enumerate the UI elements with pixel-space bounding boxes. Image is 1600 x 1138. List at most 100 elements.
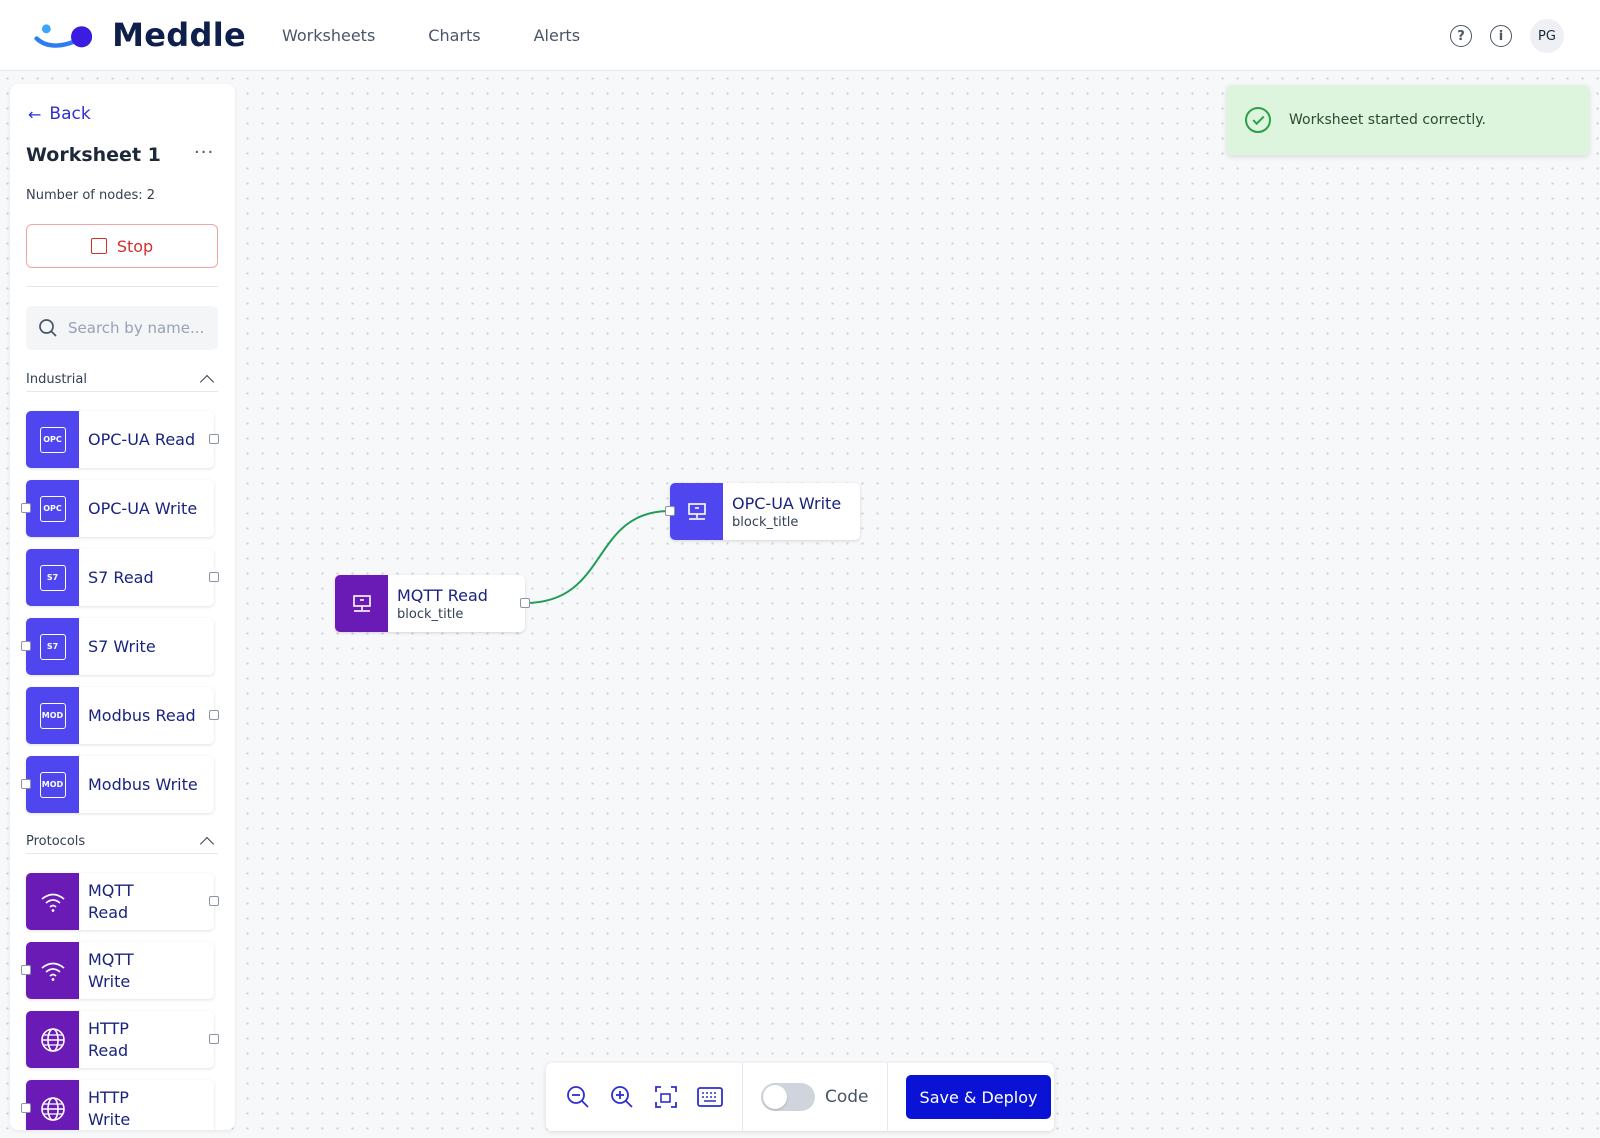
- more-options-icon[interactable]: ···: [194, 142, 214, 163]
- input-port[interactable]: [21, 779, 31, 789]
- input-port[interactable]: [21, 503, 31, 513]
- block-icon-box: [26, 873, 79, 930]
- node-text: MQTT Read block_title: [397, 586, 488, 622]
- network-node-icon: [352, 594, 371, 612]
- success-toast: Worksheet started correctly.: [1227, 85, 1589, 155]
- block-http-read[interactable]: HTTP Read: [26, 1011, 219, 1068]
- block-label: OPC-UA Write: [88, 498, 198, 518]
- node-text: OPC-UA Write block_title: [732, 494, 841, 530]
- output-port[interactable]: [209, 1034, 219, 1044]
- check-circle-icon: [1245, 107, 1271, 133]
- input-port[interactable]: [21, 641, 31, 651]
- block-s7-write[interactable]: S7 S7 Write: [21, 618, 214, 675]
- output-port[interactable]: [209, 896, 219, 906]
- node-subtitle: block_title: [732, 514, 799, 530]
- block-modbus-write[interactable]: MOD Modbus Write: [21, 756, 214, 813]
- node-subtitle: block_title: [397, 606, 464, 622]
- toolbar-divider: [742, 1063, 743, 1131]
- input-port[interactable]: [21, 965, 31, 975]
- s7-icon: S7: [39, 564, 66, 591]
- block-label: HTTP Write: [88, 1087, 131, 1129]
- search-icon: [39, 319, 57, 337]
- block-label: Modbus Read: [88, 705, 196, 725]
- zoom-in-icon: [611, 1086, 633, 1108]
- node-title: OPC-UA Write: [732, 493, 842, 513]
- fit-view-button[interactable]: [644, 1075, 688, 1119]
- worksheet-title: Worksheet 1: [26, 144, 161, 166]
- block-label: Modbus Write: [88, 774, 198, 794]
- node-icon-box: [670, 483, 723, 540]
- section-title: Industrial: [26, 372, 87, 387]
- save-deploy-button[interactable]: Save & Deploy: [905, 1075, 1052, 1119]
- block-s7-read[interactable]: S7 S7 Read: [26, 549, 219, 606]
- search-box: [26, 306, 218, 350]
- block-modbus-read[interactable]: MOD Modbus Read: [26, 687, 219, 744]
- block-icon-box: MOD: [26, 687, 79, 744]
- block-opcua-read[interactable]: OPC OPC-UA Read: [26, 411, 219, 468]
- fit-view-icon: [655, 1086, 677, 1108]
- stop-square-icon: [90, 238, 107, 254]
- block-sidebar: ← Back Worksheet 1 ··· Number of nodes: …: [10, 84, 235, 1130]
- output-port[interactable]: [209, 710, 219, 720]
- block-icon-box: S7: [26, 618, 79, 675]
- block-opcua-write[interactable]: OPC OPC-UA Write: [21, 480, 214, 537]
- flow-edge[interactable]: [0, 0, 1600, 1138]
- stop-button[interactable]: Stop: [26, 224, 218, 268]
- block-http-write[interactable]: HTTP Write: [21, 1080, 214, 1130]
- input-port[interactable]: [665, 506, 675, 516]
- node-title: MQTT Read: [397, 585, 488, 605]
- opc-icon: OPC: [39, 495, 66, 522]
- node-icon-box: [335, 575, 388, 632]
- block-mqtt-write[interactable]: MQTT Write: [21, 942, 214, 999]
- block-icon-box: OPC: [26, 480, 79, 537]
- canvas-toolbar: Code Save & Deploy: [546, 1063, 1054, 1131]
- block-label: HTTP Read: [88, 1018, 129, 1060]
- code-toggle[interactable]: [761, 1083, 815, 1111]
- code-label: Code: [825, 1087, 869, 1107]
- input-port[interactable]: [21, 1103, 31, 1113]
- chevron-up-icon[interactable]: [199, 374, 215, 390]
- globe-icon: [40, 1027, 65, 1052]
- network-node-icon: [687, 502, 706, 520]
- zoom-out-button[interactable]: [556, 1075, 600, 1119]
- back-label: Back: [49, 104, 91, 124]
- section-industrial[interactable]: Industrial: [26, 368, 218, 392]
- section-protocols[interactable]: Protocols: [26, 830, 218, 854]
- block-icon-box: [26, 1080, 79, 1130]
- arrow-left-icon: ←: [28, 104, 42, 124]
- toolbar-divider: [886, 1063, 888, 1131]
- flow-node-opcua-write[interactable]: OPC-UA Write block_title: [665, 483, 860, 540]
- modbus-icon: MOD: [39, 771, 66, 798]
- block-icon-box: OPC: [26, 411, 79, 468]
- block-icon-box: S7: [26, 549, 79, 606]
- output-port[interactable]: [209, 434, 219, 444]
- globe-icon: [40, 1096, 65, 1121]
- block-label: S7 Read: [88, 567, 154, 587]
- chevron-up-icon[interactable]: [199, 836, 215, 852]
- keyboard-icon: [697, 1087, 723, 1107]
- block-label: OPC-UA Read: [88, 429, 196, 449]
- opc-icon: OPC: [39, 426, 66, 453]
- output-port[interactable]: [209, 572, 219, 582]
- search-input[interactable]: [68, 319, 208, 337]
- block-label: MQTT Read: [88, 880, 134, 922]
- keyboard-shortcuts-button[interactable]: [688, 1075, 732, 1119]
- zoom-controls: [556, 1075, 732, 1119]
- s7-icon: S7: [39, 633, 66, 660]
- zoom-in-button[interactable]: [600, 1075, 644, 1119]
- divider: [26, 286, 218, 287]
- block-mqtt-read[interactable]: MQTT Read: [26, 873, 219, 930]
- output-port[interactable]: [520, 598, 530, 608]
- flow-node-mqtt-read[interactable]: MQTT Read block_title: [335, 575, 530, 632]
- block-icon-box: [26, 1011, 79, 1068]
- zoom-out-icon: [567, 1086, 589, 1108]
- back-link[interactable]: ← Back: [28, 104, 91, 124]
- block-icon-box: MOD: [26, 756, 79, 813]
- wifi-icon: [40, 893, 65, 912]
- wifi-icon: [40, 962, 65, 981]
- stop-label: Stop: [116, 236, 154, 256]
- block-icon-box: [26, 942, 79, 999]
- modbus-icon: MOD: [39, 702, 66, 729]
- block-label: MQTT Write: [88, 949, 134, 991]
- toast-message: Worksheet started correctly.: [1289, 112, 1486, 128]
